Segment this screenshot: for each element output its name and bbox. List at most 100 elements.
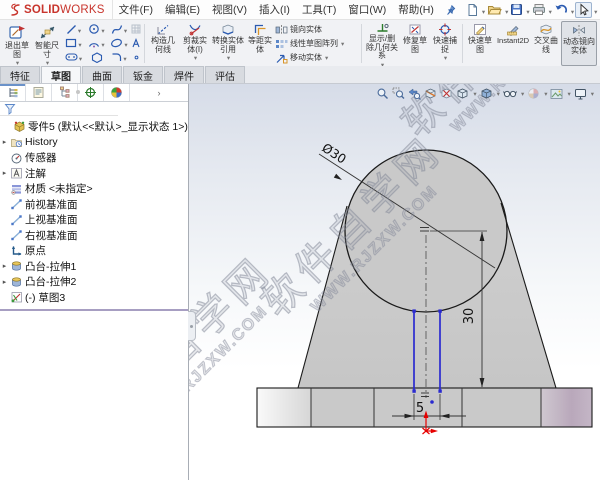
sketch-grid-icon[interactable] [130, 24, 142, 34]
model-canvas[interactable]: Ø30 30 5 [189, 84, 600, 480]
save-dropdown[interactable] [525, 1, 529, 19]
select-button[interactable] [575, 1, 593, 18]
display-style-button[interactable] [480, 87, 493, 100]
height-dim-text[interactable]: 30 [462, 308, 477, 325]
tree-item-front-plane[interactable]: 前视基准面 [0, 197, 188, 213]
menu-insert[interactable]: 插入(I) [253, 2, 296, 17]
zoom-fit-button[interactable] [376, 87, 389, 100]
smart-dimension-dropdown[interactable] [45, 59, 49, 66]
tree-item-boss-extrude1[interactable]: 凸台-拉伸1 [0, 259, 188, 275]
view-orientation-button[interactable] [456, 87, 469, 100]
offset-entities-button[interactable]: 等距实体 [245, 21, 275, 66]
sketch-polygon-button[interactable] [85, 51, 108, 63]
tree-item-material[interactable]: 材质 <未指定> [0, 181, 188, 197]
tree-filter[interactable] [0, 102, 118, 116]
expand-arrow[interactable] [0, 169, 9, 177]
sketch-arc-button[interactable] [85, 34, 108, 52]
panel-tabs-overflow[interactable] [130, 84, 188, 101]
construction-geometry-button[interactable]: 构造几何线 [147, 21, 179, 66]
tab-sheet-metal[interactable]: 钣金 [123, 66, 163, 83]
tree-item-annotations[interactable]: 注解 [0, 166, 188, 182]
graphics-viewport[interactable]: Ø30 30 5 软件自学网 WWW.RJZXW.COM 软件自学网 WWW.R… [188, 84, 600, 480]
scene-dropdown[interactable] [566, 90, 570, 98]
new-file-dropdown[interactable] [481, 1, 485, 19]
panel-collapse-dot[interactable] [76, 90, 80, 94]
exit-sketch-button[interactable]: 退出草图 [2, 21, 32, 66]
tree-item-sensors[interactable]: 传感器 [0, 150, 188, 166]
expand-arrow[interactable] [0, 278, 9, 286]
tab-features[interactable]: 特征 [0, 66, 40, 83]
tab-sketch[interactable]: 草图 [41, 66, 81, 83]
sketch-point[interactable] [430, 400, 434, 404]
tab-weldments[interactable]: 焊件 [164, 66, 204, 83]
menu-file[interactable]: 文件(F) [113, 2, 159, 17]
display-manager-tab[interactable] [104, 84, 130, 101]
linear-sketch-pattern-button[interactable]: 线性草图阵列 [275, 37, 359, 51]
menu-window[interactable]: 窗口(W) [342, 2, 392, 17]
edit-appearance-button[interactable] [527, 87, 540, 100]
move-entities-button[interactable]: 移动实体 [275, 51, 359, 65]
sketch-text-button[interactable] [130, 38, 142, 48]
feature-manager-tab[interactable] [0, 84, 26, 101]
panel-splitter-handle[interactable] [187, 311, 196, 341]
tree-item-history[interactable]: History [0, 135, 188, 151]
smart-dimension-button[interactable]: 智能尺寸 [32, 21, 62, 66]
dynamic-annotation-views-button[interactable] [440, 87, 453, 100]
menu-view[interactable]: 视图(V) [206, 2, 253, 17]
linear-pattern-dropdown[interactable] [340, 39, 344, 48]
view-settings-dropdown[interactable] [590, 90, 594, 98]
dynamic-mirror-button[interactable]: 动态镜向实体 [561, 21, 597, 66]
select-dropdown[interactable] [593, 1, 597, 19]
repair-sketch-button[interactable]: 修复草图 [400, 21, 430, 66]
open-file-dropdown[interactable] [504, 1, 508, 19]
expand-arrow[interactable] [0, 262, 9, 270]
hide-show-items-button[interactable] [502, 87, 517, 100]
dimxpert-manager-tab[interactable] [78, 84, 104, 101]
exit-sketch-dropdown[interactable] [15, 59, 19, 66]
rollback-bar[interactable] [0, 309, 188, 311]
tab-surfaces[interactable]: 曲面 [82, 66, 122, 83]
trim-entities-button[interactable]: 剪裁实体(I) [179, 21, 211, 66]
sketch-slot-button[interactable] [62, 48, 85, 66]
tab-evaluate[interactable]: 评估 [205, 66, 245, 83]
undo-button[interactable] [553, 3, 569, 16]
view-settings-button[interactable] [574, 88, 587, 100]
display-style-dropdown[interactable] [496, 90, 500, 98]
width-dim-text[interactable]: 5 [416, 401, 424, 416]
configuration-manager-tab[interactable] [52, 84, 78, 101]
open-file-button[interactable] [486, 3, 503, 16]
appearance-dropdown[interactable] [543, 90, 547, 98]
tree-item-top-plane[interactable]: 上视基准面 [0, 212, 188, 228]
hide-show-dropdown[interactable] [520, 90, 524, 98]
rapid-sketch-button[interactable]: 快速草图 [465, 21, 495, 66]
convert-entities-dropdown[interactable] [226, 54, 230, 64]
quick-snaps-button[interactable]: 快速捕捉 [430, 21, 460, 66]
display-delete-relations-button[interactable]: 显示/删除几何关系 [364, 21, 400, 66]
mirror-entities-button[interactable]: 镜向实体 [275, 23, 359, 37]
view-orientation-dropdown[interactable] [472, 90, 476, 98]
save-button[interactable] [509, 3, 524, 16]
apply-scene-button[interactable] [550, 88, 563, 100]
new-file-button[interactable] [465, 3, 480, 17]
intersection-curve-button[interactable]: 交叉曲线 [531, 21, 561, 66]
tree-item-boss-extrude2[interactable]: 凸台-拉伸2 [0, 274, 188, 290]
sketch-point-button[interactable] [130, 54, 142, 61]
trim-entities-dropdown[interactable] [193, 54, 197, 64]
print-dropdown[interactable] [548, 1, 552, 19]
instant2d-button[interactable]: Instant2D [495, 21, 531, 66]
menu-help[interactable]: 帮助(H) [392, 2, 440, 17]
tree-root-part[interactable]: 零件5 (默认<<默认>_显示状态 1>) [0, 119, 188, 135]
tree-item-sketch3[interactable]: (-) 草图3 [0, 290, 188, 306]
tree-item-origin[interactable]: 原点 [0, 243, 188, 259]
pin-icon[interactable] [445, 4, 456, 15]
quick-snaps-dropdown[interactable] [443, 54, 447, 64]
previous-view-button[interactable] [408, 87, 422, 100]
diameter-dim-text[interactable]: Ø30 [319, 140, 349, 167]
section-view-button[interactable] [424, 87, 437, 100]
menu-edit[interactable]: 编辑(E) [159, 2, 206, 17]
undo-dropdown[interactable] [570, 1, 574, 19]
tree-item-right-plane[interactable]: 右视基准面 [0, 228, 188, 244]
expand-arrow[interactable] [0, 138, 9, 146]
model-body[interactable] [256, 149, 593, 428]
print-button[interactable] [531, 3, 547, 16]
